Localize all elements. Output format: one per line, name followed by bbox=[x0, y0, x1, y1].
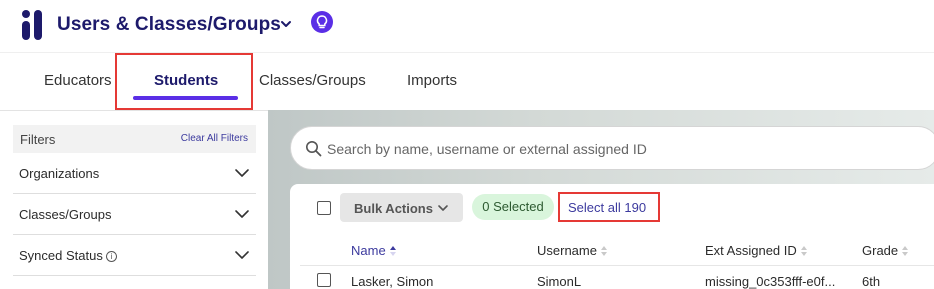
filters-header: Filters Clear All Filters bbox=[13, 125, 256, 153]
chevron-down-icon bbox=[235, 210, 249, 218]
filter-label: Organizations bbox=[19, 166, 100, 181]
filter-label-text: Synced Status bbox=[19, 248, 103, 263]
info-icon[interactable]: i bbox=[105, 251, 117, 262]
cell-ext-assigned-id: missing_0c353fff-e0f... bbox=[705, 274, 836, 289]
chevron-down-icon[interactable] bbox=[279, 17, 293, 31]
selected-count-badge: 0 Selected bbox=[472, 194, 554, 220]
sort-icon bbox=[902, 246, 909, 256]
column-header-label: Username bbox=[537, 243, 597, 258]
cell-username: SimonL bbox=[537, 274, 582, 289]
column-header-grade[interactable]: Grade bbox=[862, 243, 909, 258]
chevron-down-icon bbox=[235, 251, 249, 259]
highlight-box-select-all bbox=[558, 192, 660, 222]
cell-grade: 6th bbox=[862, 274, 881, 289]
cell-name[interactable]: Lasker, Simon bbox=[351, 274, 433, 289]
column-header-name[interactable]: Name bbox=[351, 243, 397, 258]
sort-icon bbox=[800, 246, 807, 256]
page-title[interactable]: Users & Classes/Groups bbox=[57, 14, 281, 36]
row-divider bbox=[300, 265, 934, 266]
clear-all-filters-link[interactable]: Clear All Filters bbox=[181, 133, 248, 144]
row-checkbox[interactable] bbox=[317, 273, 331, 287]
app-header: Users & Classes/Groups bbox=[0, 0, 934, 52]
search-bar[interactable] bbox=[290, 126, 934, 170]
tab-bar: Educators Students Classes/Groups Import… bbox=[0, 52, 934, 110]
filter-label: Classes/Groups bbox=[19, 207, 112, 222]
logo-icon[interactable] bbox=[22, 10, 46, 40]
sort-ascending-icon bbox=[389, 246, 396, 256]
column-header-label: Ext Assigned ID bbox=[705, 243, 797, 258]
search-input[interactable] bbox=[327, 138, 917, 160]
filter-label: Synced Status i bbox=[19, 248, 117, 263]
column-header-label: Grade bbox=[862, 243, 899, 258]
filters-title: Filters bbox=[20, 132, 56, 147]
sort-icon bbox=[600, 246, 607, 256]
filter-organizations[interactable]: Organizations bbox=[13, 153, 256, 194]
select-all-checkbox[interactable] bbox=[317, 201, 331, 215]
chevron-down-icon bbox=[235, 169, 249, 177]
main-content: Bulk Actions 0 Selected Select all 190 N… bbox=[268, 110, 934, 289]
filter-classes-groups[interactable]: Classes/Groups bbox=[13, 194, 256, 235]
tab-educators[interactable]: Educators bbox=[44, 72, 112, 89]
filter-synced-status[interactable]: Synced Status i bbox=[13, 235, 256, 276]
bulk-actions-label: Bulk Actions bbox=[354, 201, 433, 216]
filter-panel: Filters Clear All Filters Organizations … bbox=[0, 110, 268, 289]
lightbulb-icon[interactable] bbox=[311, 11, 333, 33]
search-icon bbox=[306, 141, 322, 157]
students-table: Bulk Actions 0 Selected Select all 190 N… bbox=[290, 184, 934, 289]
column-header-username[interactable]: Username bbox=[537, 243, 608, 258]
chevron-down-icon bbox=[438, 205, 448, 211]
highlight-box-students bbox=[115, 53, 253, 110]
column-header-ext-assigned-id[interactable]: Ext Assigned ID bbox=[705, 243, 808, 258]
bulk-actions-button[interactable]: Bulk Actions bbox=[340, 193, 463, 222]
column-header-label: Name bbox=[351, 243, 386, 258]
tab-classes-groups[interactable]: Classes/Groups bbox=[259, 72, 366, 89]
tab-imports[interactable]: Imports bbox=[407, 72, 457, 89]
